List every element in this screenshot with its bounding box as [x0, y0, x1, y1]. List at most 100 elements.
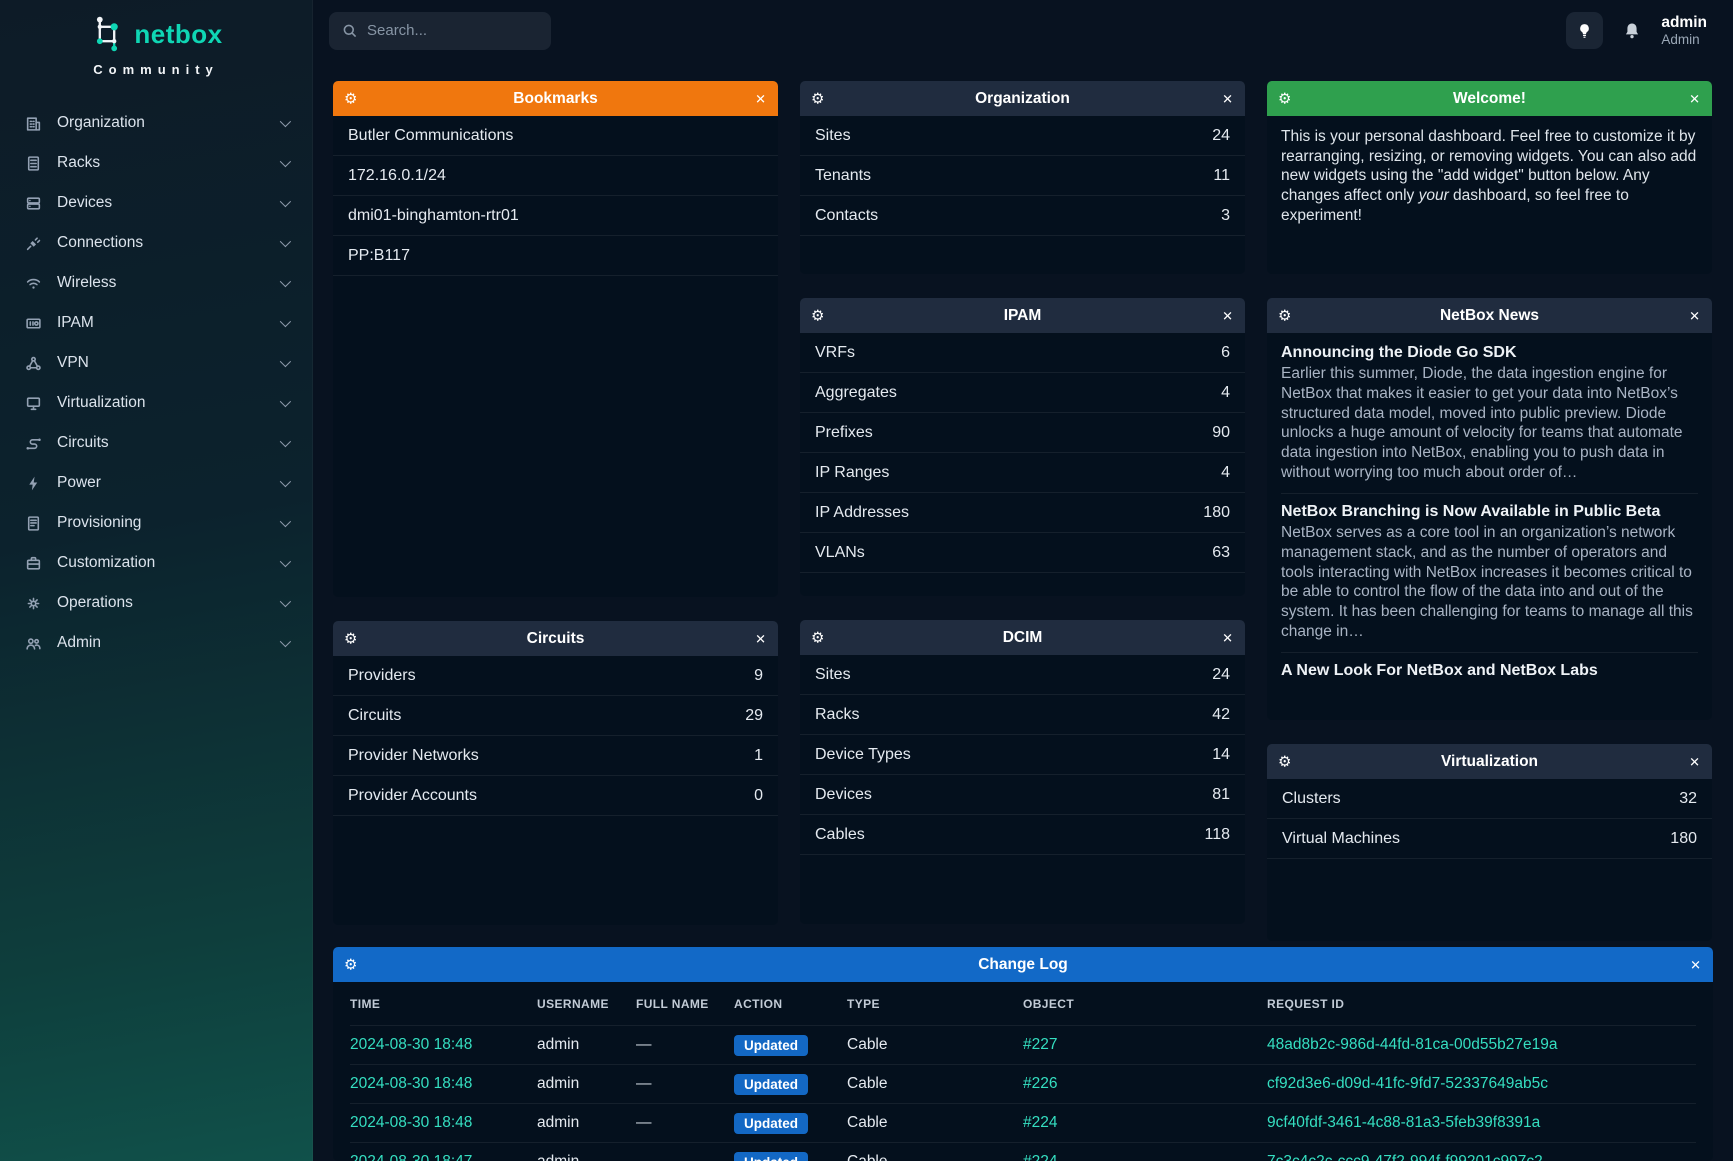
close-icon[interactable]: ✕: [1222, 631, 1233, 644]
monitor-icon: [24, 394, 42, 412]
sidebar-item-organization[interactable]: Organization: [0, 103, 312, 143]
brand[interactable]: netbox Community: [0, 0, 312, 85]
stat-row[interactable]: Circuits29: [333, 696, 778, 736]
stat-row[interactable]: Sites24: [800, 116, 1245, 156]
sidebar-item-virtualization[interactable]: Virtualization: [0, 383, 312, 423]
news-item-title[interactable]: NetBox Branching is Now Available in Pub…: [1281, 503, 1698, 521]
close-icon[interactable]: ✕: [1689, 309, 1700, 322]
change-object-link[interactable]: #224: [1023, 1114, 1267, 1132]
stat-row[interactable]: Contacts3: [800, 196, 1245, 236]
widget-title: Circuits: [527, 630, 585, 648]
widget-header[interactable]: ⚙ DCIM ✕: [800, 620, 1245, 655]
change-object-link[interactable]: #227: [1023, 1036, 1267, 1054]
change-time-link[interactable]: 2024-08-30 18:48: [350, 1114, 537, 1132]
change-time-link[interactable]: 2024-08-30 18:48: [350, 1075, 537, 1093]
gear-icon[interactable]: ⚙: [1278, 754, 1291, 769]
widget-header[interactable]: ⚙ NetBox News ✕: [1267, 298, 1712, 333]
widget-header[interactable]: ⚙ Bookmarks ✕: [333, 81, 778, 116]
sidebar-item-power[interactable]: Power: [0, 463, 312, 503]
widget-header[interactable]: ⚙ Virtualization ✕: [1267, 744, 1712, 779]
wifi-icon: [24, 274, 42, 292]
gear-icon[interactable]: ⚙: [344, 957, 357, 972]
stat-row[interactable]: Tenants11: [800, 156, 1245, 196]
stat-row[interactable]: Aggregates4: [800, 373, 1245, 413]
widget-header[interactable]: ⚙ Change Log ✕: [333, 947, 1713, 982]
action-badge: Updated: [734, 1035, 808, 1056]
stat-row[interactable]: Prefixes90: [800, 413, 1245, 453]
stat-row[interactable]: Racks42: [800, 695, 1245, 735]
stat-row[interactable]: Virtual Machines180: [1267, 819, 1712, 859]
stat-row[interactable]: Clusters32: [1267, 779, 1712, 819]
change-object-link[interactable]: #226: [1023, 1075, 1267, 1093]
widget-header[interactable]: ⚙ Organization ✕: [800, 81, 1245, 116]
bookmark-item[interactable]: dmi01-binghamton-rtr01: [333, 196, 778, 236]
widget-header[interactable]: ⚙ Circuits ✕: [333, 621, 778, 656]
search-box[interactable]: [329, 12, 551, 50]
stat-row[interactable]: Cables118: [800, 815, 1245, 855]
sidebar-item-provisioning[interactable]: Provisioning: [0, 503, 312, 543]
change-request-id-link[interactable]: 9cf40fdf-3461-4c88-81a3-5feb39f8391a: [1267, 1114, 1696, 1132]
sidebar-item-operations[interactable]: Operations: [0, 583, 312, 623]
user-menu[interactable]: admin Admin: [1661, 14, 1707, 47]
change-type: Cable: [847, 1114, 1023, 1132]
sidebar-item-ipam[interactable]: IPAM: [0, 303, 312, 343]
gear-icon[interactable]: ⚙: [344, 91, 357, 106]
sidebar-item-racks[interactable]: Racks: [0, 143, 312, 183]
stat-row[interactable]: Provider Networks1: [333, 736, 778, 776]
gear-icon[interactable]: ⚙: [811, 91, 824, 106]
stat-row[interactable]: Sites24: [800, 655, 1245, 695]
change-time-link[interactable]: 2024-08-30 18:47: [350, 1153, 537, 1161]
gear-icon[interactable]: ⚙: [811, 308, 824, 323]
change-request-id-link[interactable]: 48ad8b2c-986d-44fd-81ca-00d55b27e19a: [1267, 1036, 1696, 1054]
close-icon[interactable]: ✕: [1690, 958, 1701, 971]
bookmark-item[interactable]: 172.16.0.1/24: [333, 156, 778, 196]
close-icon[interactable]: ✕: [1222, 309, 1233, 322]
bookmark-item[interactable]: Butler Communications: [333, 116, 778, 156]
stat-row[interactable]: VRFs6: [800, 333, 1245, 373]
stat-row[interactable]: Providers9: [333, 656, 778, 696]
sidebar-item-admin[interactable]: Admin: [0, 623, 312, 663]
search-input[interactable]: [367, 22, 538, 39]
sidebar-item-devices[interactable]: Devices: [0, 183, 312, 223]
sidebar-item-wireless[interactable]: Wireless: [0, 263, 312, 303]
close-icon[interactable]: ✕: [1222, 92, 1233, 105]
change-object-link[interactable]: #224: [1023, 1153, 1267, 1161]
theme-toggle-button[interactable]: [1566, 12, 1603, 49]
stat-row[interactable]: IP Ranges4: [800, 453, 1245, 493]
change-request-id-link[interactable]: cf92d3e6-d09d-41fc-9fd7-52337649ab5c: [1267, 1075, 1696, 1093]
stat-row[interactable]: Devices81: [800, 775, 1245, 815]
sidebar-item-customization[interactable]: Customization: [0, 543, 312, 583]
news-item-title[interactable]: A New Look For NetBox and NetBox Labs: [1281, 662, 1698, 680]
widget-header[interactable]: ⚙ IPAM ✕: [800, 298, 1245, 333]
sidebar-item-vpn[interactable]: VPN: [0, 343, 312, 383]
stat-label: VRFs: [815, 344, 855, 362]
change-request-id-link[interactable]: 7c3c4c2c-ccc9-47f2-994f-f99201c997c2: [1267, 1153, 1696, 1161]
stat-label: Prefixes: [815, 424, 873, 442]
sidebar-item-circuits[interactable]: Circuits: [0, 423, 312, 463]
gear-icon[interactable]: ⚙: [811, 630, 824, 645]
rack-icon: [24, 154, 42, 172]
sidebar-item-connections[interactable]: Connections: [0, 223, 312, 263]
close-icon[interactable]: ✕: [755, 92, 766, 105]
stat-value: 81: [1212, 786, 1230, 804]
change-time-link[interactable]: 2024-08-30 18:48: [350, 1036, 537, 1054]
widget-header[interactable]: ⚙ Welcome! ✕: [1267, 81, 1712, 116]
bookmark-item[interactable]: PP:B117: [333, 236, 778, 276]
gear-icon[interactable]: ⚙: [1278, 91, 1291, 106]
close-icon[interactable]: ✕: [755, 632, 766, 645]
notifications-bell-icon[interactable]: [1622, 21, 1642, 41]
gear-icon[interactable]: ⚙: [1278, 308, 1291, 323]
widget-title: Virtualization: [1441, 753, 1538, 771]
gear-icon[interactable]: ⚙: [344, 631, 357, 646]
stat-row[interactable]: VLANs63: [800, 533, 1245, 573]
circuit-icon: [24, 434, 42, 452]
stat-row[interactable]: Provider Accounts0: [333, 776, 778, 816]
close-icon[interactable]: ✕: [1689, 755, 1700, 768]
stat-row[interactable]: Device Types14: [800, 735, 1245, 775]
news-item-title[interactable]: Announcing the Diode Go SDK: [1281, 344, 1698, 362]
widget-bookmarks: ⚙ Bookmarks ✕ Butler Communications 172.…: [333, 81, 778, 597]
change-type: Cable: [847, 1036, 1023, 1054]
close-icon[interactable]: ✕: [1689, 92, 1700, 105]
stat-row[interactable]: IP Addresses180: [800, 493, 1245, 533]
stat-label: Racks: [815, 706, 859, 724]
